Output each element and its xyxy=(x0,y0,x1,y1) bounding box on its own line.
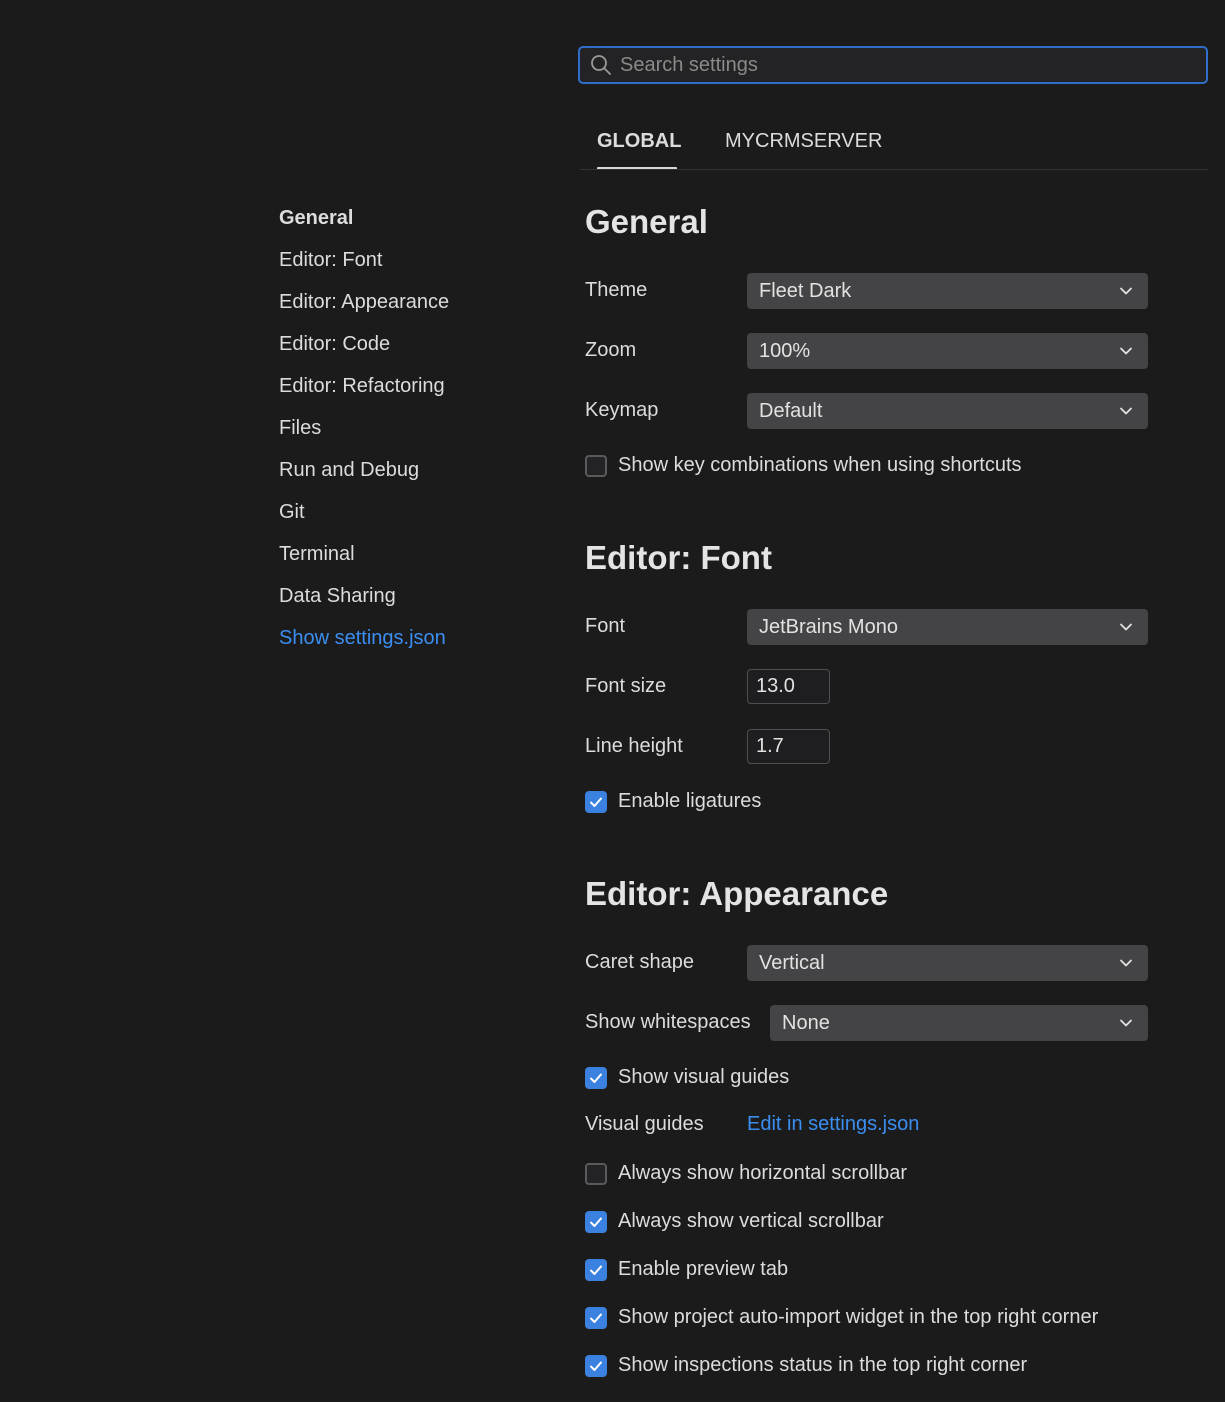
search-icon xyxy=(590,54,612,76)
font-label: Font xyxy=(585,615,626,637)
line-height-label: Line height xyxy=(585,735,683,757)
chevron-down-icon xyxy=(1118,619,1134,635)
font-value: JetBrains Mono xyxy=(759,615,898,638)
sidebar-item-run-and-debug[interactable]: Run and Debug xyxy=(279,459,419,482)
sidebar-item-editor-appearance[interactable]: Editor: Appearance xyxy=(279,291,449,314)
vertical-scrollbar-checkbox[interactable]: Always show vertical scrollbar xyxy=(585,1210,884,1233)
theme-value: Fleet Dark xyxy=(759,279,852,302)
keymap-value: Default xyxy=(759,399,823,422)
keymap-dropdown[interactable]: Default xyxy=(747,393,1148,429)
section-title-general: General xyxy=(585,203,708,240)
tab-mycrmserver[interactable]: MYCRMSERVER xyxy=(725,130,882,153)
auto-import-widget-checkbox[interactable]: Show project auto-import widget in the t… xyxy=(585,1306,1098,1329)
chevron-down-icon xyxy=(1118,403,1134,419)
sidebar-item-git[interactable]: Git xyxy=(279,501,305,524)
checkbox-unchecked-icon[interactable] xyxy=(585,1162,607,1185)
font-size-label: Font size xyxy=(585,675,667,697)
tab-global[interactable]: GLOBAL xyxy=(597,130,681,153)
section-title-editor-appearance: Editor: Appearance xyxy=(585,875,889,912)
show-key-combinations-label: Show key combinations when using shortcu… xyxy=(618,454,1022,476)
chevron-down-icon xyxy=(1118,343,1134,359)
preview-tab-label: Enable preview tab xyxy=(618,1258,789,1280)
caret-shape-label: Caret shape xyxy=(585,951,694,973)
show-whitespaces-label: Show whitespaces xyxy=(585,1011,751,1033)
search-input[interactable] xyxy=(612,48,1206,82)
show-settings-json-link[interactable]: Show settings.json xyxy=(279,627,446,650)
zoom-label: Zoom xyxy=(585,339,637,361)
chevron-down-icon xyxy=(1118,283,1134,299)
chevron-down-icon xyxy=(1118,955,1134,971)
inspections-status-checkbox[interactable]: Show inspections status in the top right… xyxy=(585,1354,1027,1377)
enable-ligatures-checkbox[interactable]: Enable ligatures xyxy=(585,790,761,813)
checkbox-checked-icon[interactable] xyxy=(585,1210,607,1233)
checkbox-checked-icon[interactable] xyxy=(585,1354,607,1377)
line-height-input[interactable]: 1.7 xyxy=(747,729,830,764)
vertical-scrollbar-label: Always show vertical scrollbar xyxy=(618,1210,884,1232)
checkbox-checked-icon[interactable] xyxy=(585,1258,607,1281)
sidebar-item-files[interactable]: Files xyxy=(279,417,321,440)
tabs-divider xyxy=(580,169,1208,170)
inspections-status-label: Show inspections status in the top right… xyxy=(618,1354,1028,1376)
sidebar-item-data-sharing[interactable]: Data Sharing xyxy=(279,585,396,608)
visual-guides-label: Visual guides xyxy=(585,1113,704,1135)
checkbox-checked-icon[interactable] xyxy=(585,1306,607,1329)
enable-ligatures-label: Enable ligatures xyxy=(618,790,762,812)
font-size-input[interactable]: 13.0 xyxy=(747,669,830,704)
chevron-down-icon xyxy=(1118,1015,1134,1031)
theme-label: Theme xyxy=(585,279,648,301)
search-box[interactable] xyxy=(578,46,1208,84)
section-title-editor-font: Editor: Font xyxy=(585,539,772,576)
show-visual-guides-checkbox[interactable]: Show visual guides xyxy=(585,1066,789,1089)
caret-shape-value: Vertical xyxy=(759,951,825,974)
horizontal-scrollbar-checkbox[interactable]: Always show horizontal scrollbar xyxy=(585,1162,907,1185)
sidebar-item-general[interactable]: General xyxy=(279,207,353,230)
keymap-label: Keymap xyxy=(585,399,659,421)
sidebar-item-terminal[interactable]: Terminal xyxy=(279,543,355,566)
caret-shape-dropdown[interactable]: Vertical xyxy=(747,945,1148,981)
checkbox-unchecked-icon[interactable] xyxy=(585,454,607,477)
preview-tab-checkbox[interactable]: Enable preview tab xyxy=(585,1258,788,1281)
zoom-dropdown[interactable]: 100% xyxy=(747,333,1148,369)
horizontal-scrollbar-label: Always show horizontal scrollbar xyxy=(618,1162,908,1184)
sidebar-item-editor-font[interactable]: Editor: Font xyxy=(279,249,382,272)
auto-import-widget-label: Show project auto-import widget in the t… xyxy=(618,1306,1099,1328)
sidebar-item-editor-refactoring[interactable]: Editor: Refactoring xyxy=(279,375,445,398)
show-whitespaces-value: None xyxy=(782,1011,830,1034)
theme-dropdown[interactable]: Fleet Dark xyxy=(747,273,1148,309)
font-dropdown[interactable]: JetBrains Mono xyxy=(747,609,1148,645)
edit-in-settings-json-link[interactable]: Edit in settings.json xyxy=(747,1113,919,1136)
checkbox-checked-icon[interactable] xyxy=(585,790,607,813)
show-key-combinations-checkbox[interactable]: Show key combinations when using shortcu… xyxy=(585,454,1022,477)
zoom-value: 100% xyxy=(759,339,811,362)
sidebar-item-editor-code[interactable]: Editor: Code xyxy=(279,333,390,356)
show-whitespaces-dropdown[interactable]: None xyxy=(770,1005,1148,1041)
checkbox-checked-icon[interactable] xyxy=(585,1066,607,1089)
show-visual-guides-label: Show visual guides xyxy=(618,1066,790,1088)
